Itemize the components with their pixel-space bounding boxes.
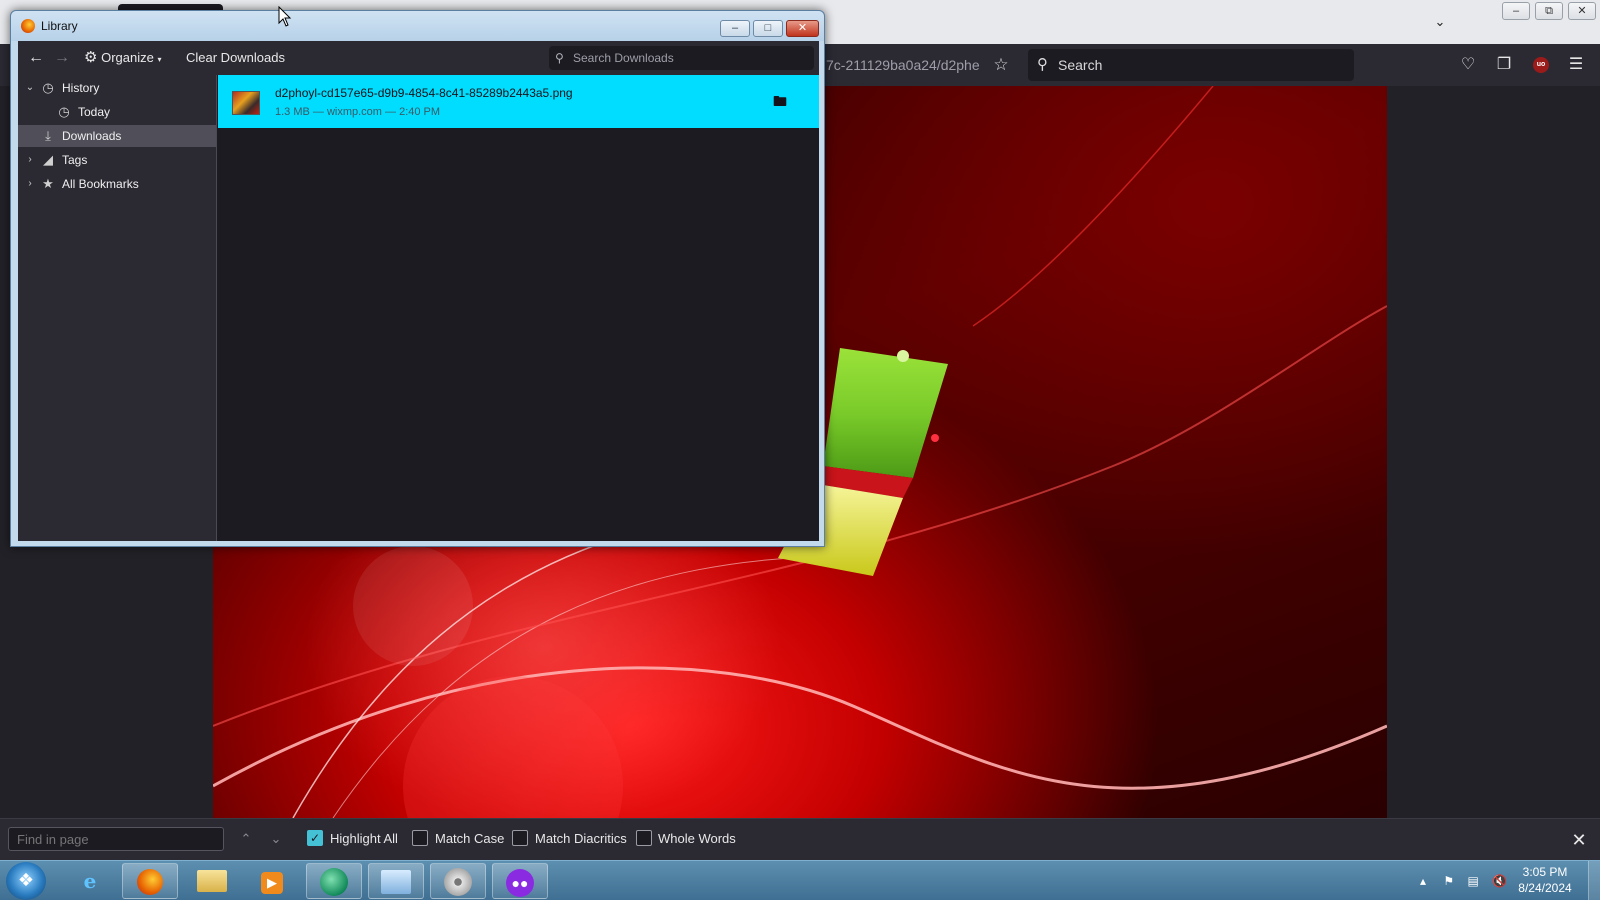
bookmark-star-icon[interactable]: ☆ [990,54,1012,76]
control-panel-icon[interactable] [368,863,424,899]
find-in-page-input[interactable] [8,827,224,851]
search-downloads-placeholder: Search Downloads [573,51,674,65]
organize-button[interactable]: ⚙ Organize ▾ [84,48,161,68]
windows-logo-icon: ❖ [17,870,35,890]
clock-date: 8/24/2024 [1518,881,1572,895]
dropdown-caret-icon: ▾ [157,55,162,64]
gear-icon: ⚙ [84,49,98,66]
tree-item-tags[interactable]: › ◢ Tags [18,149,216,171]
image-file-icon [232,91,260,115]
search-bar-placeholder: Search [1058,57,1103,73]
search-icon: ⚲ [555,51,564,65]
highlight-all-label: Highlight All [330,831,398,846]
back-arrow-icon[interactable]: ← [28,48,44,68]
restore-button[interactable]: ⧉ [1535,2,1563,20]
library-sidebar: ⌄ ◷ History ◷ Today ⤓ Downloads › ◢ Tags… [18,75,217,541]
library-title: Library [41,19,78,33]
chevron-down-icon[interactable]: ⌄ [1428,12,1452,32]
start-button[interactable]: ❖ [6,862,46,900]
firefox-logo-icon [21,19,35,33]
url-bar[interactable]: 7c-211129ba0a24/d2phe [826,55,986,75]
library-toolbar: ← → ⚙ Organize ▾ Clear Downloads ⚲ Searc… [18,41,819,75]
file-explorer-icon[interactable] [184,863,240,899]
tree-item-label: Downloads [62,129,122,143]
library-titlebar[interactable]: Library – □ ✕ [11,11,824,41]
search-downloads-input[interactable]: ⚲ Search Downloads [549,46,814,70]
download-icon: ⤓ [45,128,51,143]
tree-item-label: All Bookmarks [62,177,139,191]
clock-icon: ◷ [58,104,70,119]
download-filename: d2phoyl-cd157e65-d9b9-4854-8c41-85289b24… [275,86,573,100]
clock-time: 3:05 PM [1522,865,1568,879]
highlight-all-checkbox[interactable]: ✓ [307,830,323,846]
library-minimize-button[interactable]: – [720,20,750,37]
star-icon: ★ [42,176,54,191]
chevron-right-icon[interactable]: › [24,173,36,195]
ublock-origin-icon[interactable]: uo [1533,57,1549,73]
folder-icon[interactable]: 🖿 [770,92,790,110]
media-player-icon[interactable]: ▶ [244,863,300,899]
close-button[interactable]: ✕ [1568,2,1596,20]
volume-muted-icon[interactable]: 🔇 [1492,874,1507,888]
windows-taskbar: ❖ e ▶ ●● ▴ ⚑ ▤ 🔇 3:05 PM 8/24/2024 [0,860,1600,900]
library-close-button[interactable]: ✕ [786,20,819,37]
match-diacritics-checkbox[interactable] [512,830,528,846]
internet-explorer-icon[interactable]: e [62,863,118,899]
match-diacritics-label: Match Diacritics [535,831,627,846]
mask-app-icon[interactable]: ●● [492,863,548,899]
whole-words-label: Whole Words [658,831,736,846]
firefox-icon[interactable] [122,863,178,899]
tree-item-history[interactable]: ⌄ ◷ History [18,77,216,99]
find-next-icon[interactable]: ⌄ [266,829,286,849]
system-tray: ▴ ⚑ ▤ 🔇 [1420,871,1507,891]
show-desktop-button[interactable] [1588,861,1600,900]
tree-item-today[interactable]: ◷ Today [18,101,216,123]
tray-expand-icon[interactable]: ▴ [1420,874,1426,888]
network-icon[interactable]: ▤ [1467,874,1478,888]
library-window: Library – □ ✕ ← → ⚙ Organize ▾ Clear Dow… [10,10,825,547]
tree-item-downloads[interactable]: ⤓ Downloads [18,125,216,147]
library-body: ← → ⚙ Organize ▾ Clear Downloads ⚲ Searc… [18,41,819,541]
chevron-down-icon[interactable]: ⌄ [24,77,36,99]
library-maximize-button[interactable]: □ [753,20,783,37]
match-case-label: Match Case [435,831,505,846]
tree-item-all-bookmarks[interactable]: › ★ All Bookmarks [18,173,216,195]
tree-item-label: Today [78,105,111,119]
tree-item-label: History [62,81,100,95]
mouse-cursor-icon [278,6,292,27]
whole-words-checkbox[interactable] [636,830,652,846]
find-previous-icon[interactable]: ⌃ [236,829,256,849]
chevron-right-icon[interactable]: › [24,149,36,171]
pocket-icon[interactable]: ♡ [1456,54,1480,76]
hamburger-menu-icon[interactable]: ☰ [1564,54,1588,76]
clear-downloads-button[interactable]: Clear Downloads [186,48,285,68]
search-bar[interactable]: ⚲ Search [1028,49,1354,81]
tree-item-label: Tags [62,153,88,167]
clock-icon: ◷ [42,80,54,95]
green-app-icon[interactable] [306,863,362,899]
close-find-bar-icon[interactable]: ✕ [1568,829,1590,851]
organize-label: Organize [101,50,154,65]
search-icon: ⚲ [1037,56,1048,73]
downloads-list: d2phoyl-cd157e65-d9b9-4854-8c41-85289b24… [218,75,819,541]
download-meta: 1.3 MB — wixmp.com — 2:40 PM [275,106,441,118]
disc-icon[interactable] [430,863,486,899]
find-bar: ⌃ ⌄ ✓ Highlight All Match Case Match Dia… [0,818,1600,860]
system-clock[interactable]: 3:05 PM 8/24/2024 [1510,864,1580,896]
match-case-checkbox[interactable] [412,830,428,846]
download-item[interactable]: d2phoyl-cd157e65-d9b9-4854-8c41-85289b24… [218,75,819,128]
action-center-flag-icon[interactable]: ⚑ [1443,874,1454,888]
extensions-icon[interactable]: ❐ [1492,54,1516,76]
minimize-button[interactable]: – [1502,2,1530,20]
forward-arrow-icon[interactable]: → [54,48,70,68]
tag-icon: ◢ [43,152,53,167]
